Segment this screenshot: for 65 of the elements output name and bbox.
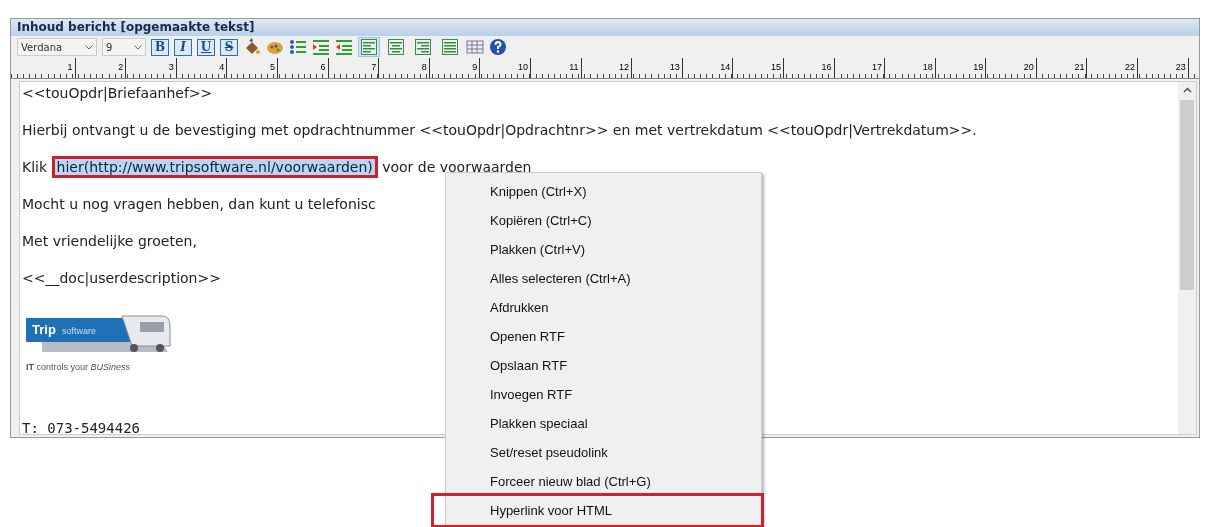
dropdown-caret-icon[interactable] xyxy=(85,44,93,50)
paragraph-text: Mocht u nog vragen hebben, dan kunt u telefonisc xyxy=(22,196,376,212)
font-size-select[interactable]: 9 xyxy=(102,38,146,56)
ruler-number: 23 xyxy=(1138,58,1189,78)
ruler-number: 3 xyxy=(126,58,177,78)
ruler-number: 22 xyxy=(1087,58,1139,78)
strike-button[interactable]: S xyxy=(220,38,238,56)
menu-item[interactable]: Hyperlink voor HTML xyxy=(434,496,761,525)
menu-item[interactable]: Knippen (Ctrl+X) xyxy=(446,177,761,206)
tagline-text: IT controls your BUSiness xyxy=(26,362,131,372)
hyperlink-text[interactable]: hier(http://www.tripsoftware.nl/voorwaarden) xyxy=(51,156,378,178)
ruler-number: 18 xyxy=(885,58,936,78)
ruler-number: 1 xyxy=(25,58,76,78)
phone-text: T: 073-5494426 xyxy=(22,420,140,434)
menu-item[interactable]: Plakken (Ctrl+V) xyxy=(446,235,761,264)
menu-item[interactable]: Openen RTF xyxy=(446,322,761,351)
ruler-number: 6 xyxy=(277,58,329,78)
menu-item[interactable]: Alles selecteren (Ctrl+A) xyxy=(446,264,761,293)
menu-item[interactable]: Set/reset pseudolink xyxy=(446,438,761,467)
paragraph-text: voor de voorwaarden xyxy=(382,159,532,175)
font-select[interactable]: Verdana xyxy=(17,38,97,56)
paragraph-text: Hierbij ontvangt u de bevestiging met opdrachtnummer <<touOpdr|Opdrachtnr>> en met vertrekdatum <<touOpdr|Vertrekdatum>>. xyxy=(22,122,977,138)
ruler-number: 8 xyxy=(379,58,430,78)
ruler-number: 16 xyxy=(783,58,835,78)
bullet-list-icon[interactable] xyxy=(289,38,307,56)
paragraph-text: <<touOpdr|Briefaanhef>> xyxy=(22,85,213,101)
menu-item[interactable]: Invoegen RTF xyxy=(446,380,761,409)
ruler-number: 7 xyxy=(328,58,380,78)
ruler-number: 11 xyxy=(530,58,582,78)
menu-item[interactable]: Opslaan RTF xyxy=(446,351,761,380)
ruler-number: 15 xyxy=(733,58,784,78)
ruler-number: 12 xyxy=(581,58,633,78)
ruler-number: 19 xyxy=(935,58,987,78)
ruler-number: 2 xyxy=(75,58,127,78)
align-left-button[interactable] xyxy=(358,37,380,57)
italic-button[interactable]: I xyxy=(174,38,192,56)
logo-drawing: Trip software xyxy=(22,312,172,356)
ruler-number: 20 xyxy=(986,58,1037,78)
ruler-number: 17 xyxy=(834,58,886,78)
menu-item[interactable]: Plakken speciaal xyxy=(446,409,761,438)
ruler-number: 5 xyxy=(227,58,278,78)
dropdown-caret-icon[interactable] xyxy=(134,44,142,50)
help-icon[interactable] xyxy=(489,38,507,56)
ruler-number: 21 xyxy=(1036,58,1088,78)
paragraph-text: <<__doc|userdescription>> xyxy=(22,270,221,286)
indent-icon[interactable] xyxy=(312,38,330,56)
outdent-icon[interactable] xyxy=(335,38,353,56)
menu-item[interactable]: Afdrukken xyxy=(446,293,761,322)
table-icon[interactable] xyxy=(466,38,484,56)
ruler-number: 10 xyxy=(480,58,531,78)
ruler-number: 13 xyxy=(632,58,683,78)
scrollbar-thumb[interactable] xyxy=(1180,100,1194,290)
menu-item[interactable]: Kopiëren (Ctrl+C) xyxy=(446,206,761,235)
ruler-number: 4 xyxy=(176,58,228,78)
menu-item[interactable]: Forceer nieuw blad (Ctrl+G) xyxy=(446,467,761,496)
ruler-number: 14 xyxy=(682,58,734,78)
ruler-number: 9 xyxy=(429,58,481,78)
paragraph-text: Klik xyxy=(22,159,48,175)
align-right-button[interactable] xyxy=(412,37,434,57)
paragraph-text: Met vriendelijke groeten, xyxy=(22,233,197,249)
align-center-button[interactable] xyxy=(385,37,407,57)
underline-button[interactable]: U xyxy=(197,38,215,56)
bold-button[interactable]: B xyxy=(151,38,169,56)
align-justify-button[interactable] xyxy=(439,37,461,57)
panel-title: Inhoud bericht [opgemaakte tekst] xyxy=(11,19,1199,36)
